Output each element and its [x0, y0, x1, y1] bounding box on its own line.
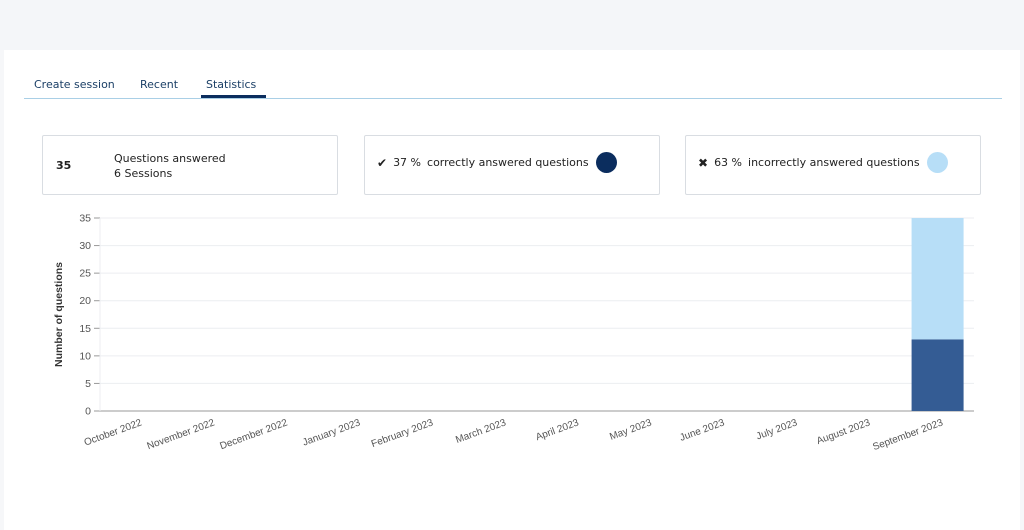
- active-tab-indicator: [201, 95, 266, 98]
- top-header-bar: [0, 0, 1024, 50]
- tab-bar: Create session Recent Statistics: [24, 70, 1002, 99]
- incorrect-answers-card: ✖ 63 % incorrectly answered questions: [685, 135, 981, 195]
- total-questions-value: 35: [56, 159, 72, 172]
- questions-answered-label: Questions answered: [114, 152, 226, 165]
- statistics-panel: Create session Recent Statistics 35 Ques…: [4, 50, 1020, 530]
- incorrect-legend-dot: [926, 152, 948, 173]
- questions-answered-card: 35 Questions answered 6 Sessions: [42, 135, 338, 195]
- check-icon: ✔: [377, 155, 388, 170]
- correct-label: correctly answered questions: [427, 156, 589, 169]
- tab-create-session[interactable]: Create session: [34, 78, 115, 91]
- correct-answers-card: ✔ 37 % correctly answered questions: [364, 135, 660, 195]
- sessions-count-label: 6 Sessions: [114, 167, 173, 180]
- correct-legend-dot: [595, 152, 617, 173]
- tab-recent[interactable]: Recent: [140, 78, 178, 91]
- cross-icon: ✖: [698, 155, 709, 170]
- incorrect-label: incorrectly answered questions: [748, 156, 920, 169]
- incorrect-percent: 63 %: [714, 156, 743, 169]
- correct-percent: 37 %: [393, 156, 422, 169]
- tab-statistics[interactable]: Statistics: [206, 78, 256, 91]
